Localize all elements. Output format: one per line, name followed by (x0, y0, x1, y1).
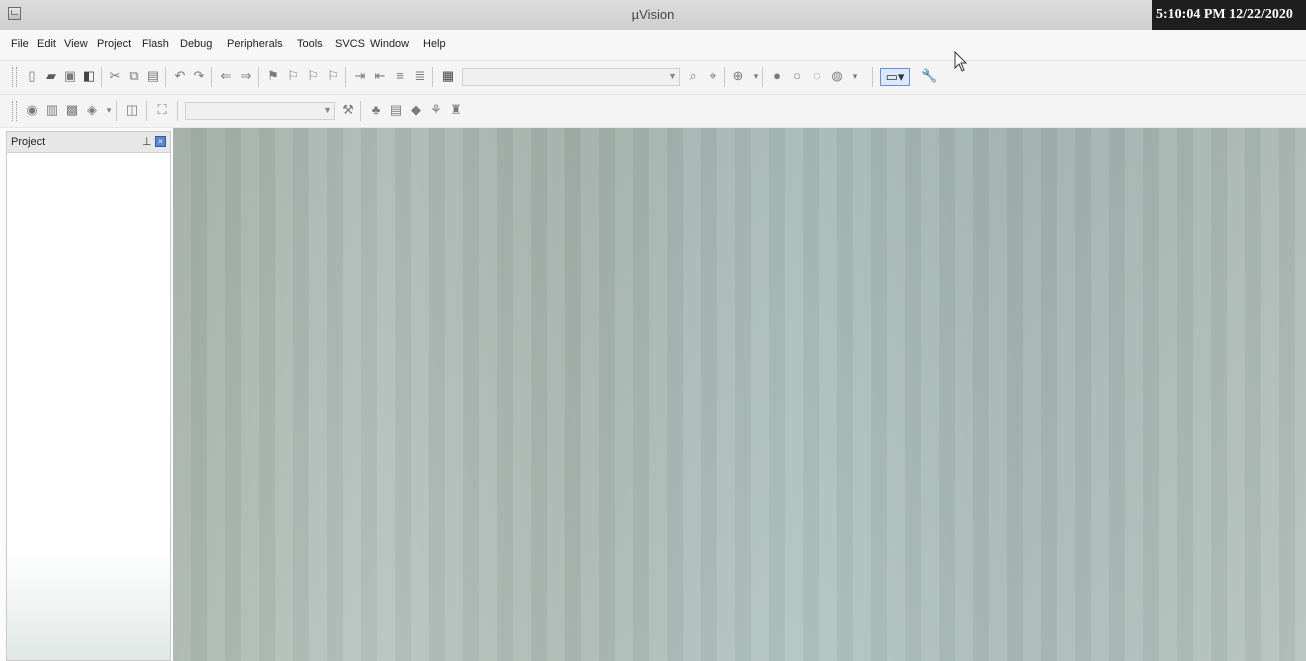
project-panel-title: Project (11, 136, 46, 148)
toolbar-separator (432, 67, 433, 87)
next-bookmark-icon[interactable]: ⚐ (305, 68, 321, 84)
toolbar-separator (146, 101, 147, 121)
toolbar-build: ◉ ▥ ▩ ◈ ▾ ◫ ⛶ ▼ ⚒ ♣ ▤ ◆ ⚘ ♜ (0, 95, 1306, 128)
toolbar-separator (872, 67, 873, 87)
toolbar-grip[interactable] (12, 101, 17, 121)
find-combo[interactable]: ▼ (462, 68, 680, 86)
zoom-icon[interactable]: ⊕ (730, 68, 746, 84)
navigate-forward-icon[interactable]: ⇒ (238, 68, 254, 84)
copy-icon[interactable]: ⧉ (126, 68, 142, 84)
batch-build-icon[interactable]: ◈ (84, 102, 100, 118)
find-in-files-icon[interactable]: ▦ (440, 68, 456, 84)
toolbar-separator (177, 101, 178, 121)
editor-workspace[interactable] (173, 128, 1306, 661)
toolbar-separator (345, 67, 346, 87)
download-icon[interactable]: ⛶ (154, 102, 170, 118)
target-options-icon[interactable]: ⚒ (340, 102, 356, 118)
paste-icon[interactable]: ▤ (145, 68, 161, 84)
toolbar-main: ▯ ▰ ▣ ◧ ✂ ⧉ ▤ ↶ ↷ ⇐ ⇒ ⚑ ⚐ ⚐ ⚐ ⇥ ⇤ ≡ ≣ ▦ … (0, 61, 1306, 95)
menu-help[interactable]: Help (423, 38, 446, 50)
prev-bookmark-icon[interactable]: ⚐ (285, 68, 301, 84)
open-file-icon[interactable]: ▰ (43, 68, 59, 84)
save-all-icon[interactable]: ◧ (81, 68, 97, 84)
menu-svcs[interactable]: SVCS (335, 38, 365, 50)
comment-icon[interactable]: ≡ (392, 68, 408, 84)
unindent-icon[interactable]: ⇤ (372, 68, 388, 84)
stop-build-icon[interactable]: ◫ (124, 102, 140, 118)
navigate-back-icon[interactable]: ⇐ (218, 68, 234, 84)
toolbar-separator (258, 67, 259, 87)
rebuild-icon[interactable]: ▩ (64, 102, 80, 118)
target-select[interactable]: ▼ (185, 102, 335, 120)
new-file-icon[interactable]: ▯ (24, 68, 40, 84)
toolbar-separator (211, 67, 212, 87)
menu-project[interactable]: Project (97, 38, 131, 50)
toolbar-separator (165, 67, 166, 87)
clear-bookmarks-icon[interactable]: ⚐ (325, 68, 341, 84)
debug-start-icon[interactable]: ● (769, 68, 785, 84)
file-extensions-icon[interactable]: ♣ (368, 102, 384, 118)
undo-icon[interactable]: ↶ (172, 68, 188, 84)
project-panel-body (7, 550, 170, 660)
cut-icon[interactable]: ✂ (107, 68, 123, 84)
indent-icon[interactable]: ⇥ (352, 68, 368, 84)
manage-components-icon[interactable]: ▤ (388, 102, 404, 118)
menu-bar: File Edit View Project Flash Debug Perip… (0, 30, 1306, 61)
pin-icon[interactable]: ⊥ (142, 135, 152, 148)
title-bar: µVision 5:10:04 PM 12/22/2020 (0, 0, 1306, 31)
toolbar-separator (116, 101, 117, 121)
toolbar-separator (724, 67, 725, 87)
menu-debug[interactable]: Debug (180, 38, 212, 50)
project-panel: Project ⊥ × (6, 131, 171, 661)
build-icon[interactable]: ▥ (44, 102, 60, 118)
project-panel-header: Project ⊥ × (7, 132, 170, 153)
incremental-find-icon[interactable]: ⌖ (705, 68, 721, 84)
clock-overlay: 5:10:04 PM 12/22/2020 (1152, 0, 1306, 30)
chevron-down-icon[interactable]: ▾ (847, 68, 863, 84)
mouse-cursor-icon (954, 51, 968, 72)
breakpoint-icon[interactable]: ○ (789, 68, 805, 84)
window-title: µVision (631, 7, 675, 22)
find-icon[interactable]: ⌕ (685, 68, 701, 84)
menu-window[interactable]: Window (370, 38, 409, 50)
chevron-down-icon[interactable]: ▾ (101, 102, 117, 118)
menu-flash[interactable]: Flash (142, 38, 169, 50)
toolbar-separator (360, 101, 361, 121)
menu-file[interactable]: File (11, 38, 29, 50)
menu-edit[interactable]: Edit (37, 38, 56, 50)
menu-view[interactable]: View (64, 38, 88, 50)
uvision-window: µVision 5:10:04 PM 12/22/2020 File Edit … (0, 0, 1306, 661)
translate-icon[interactable]: ◉ (24, 102, 40, 118)
toolbar-separator (101, 67, 102, 87)
breakpoint-kill-icon[interactable]: ◍ (829, 68, 845, 84)
select-packs-icon[interactable]: ◆ (408, 102, 424, 118)
toolbar-grip[interactable] (12, 67, 17, 87)
bookmark-icon[interactable]: ⚑ (265, 68, 281, 84)
menu-peripherals[interactable]: Peripherals (227, 38, 283, 50)
window-layout-icon[interactable]: ▭▾ (880, 68, 910, 86)
toolbar-separator (762, 67, 763, 87)
menu-tools[interactable]: Tools (297, 38, 323, 50)
uncomment-icon[interactable]: ≣ (412, 68, 428, 84)
device-database-icon[interactable]: ⚘ (428, 102, 444, 118)
device-database-icon[interactable]: ♜ (448, 102, 464, 118)
chevron-down-icon[interactable]: ▼ (323, 105, 332, 115)
save-icon[interactable]: ▣ (62, 68, 78, 84)
configure-icon[interactable]: 🔧 (921, 68, 937, 84)
disable-breakpoint-icon[interactable]: ◌ (809, 68, 825, 84)
redo-icon[interactable]: ↷ (191, 68, 207, 84)
chevron-down-icon[interactable]: ▼ (668, 71, 677, 81)
close-icon[interactable]: × (155, 136, 166, 147)
